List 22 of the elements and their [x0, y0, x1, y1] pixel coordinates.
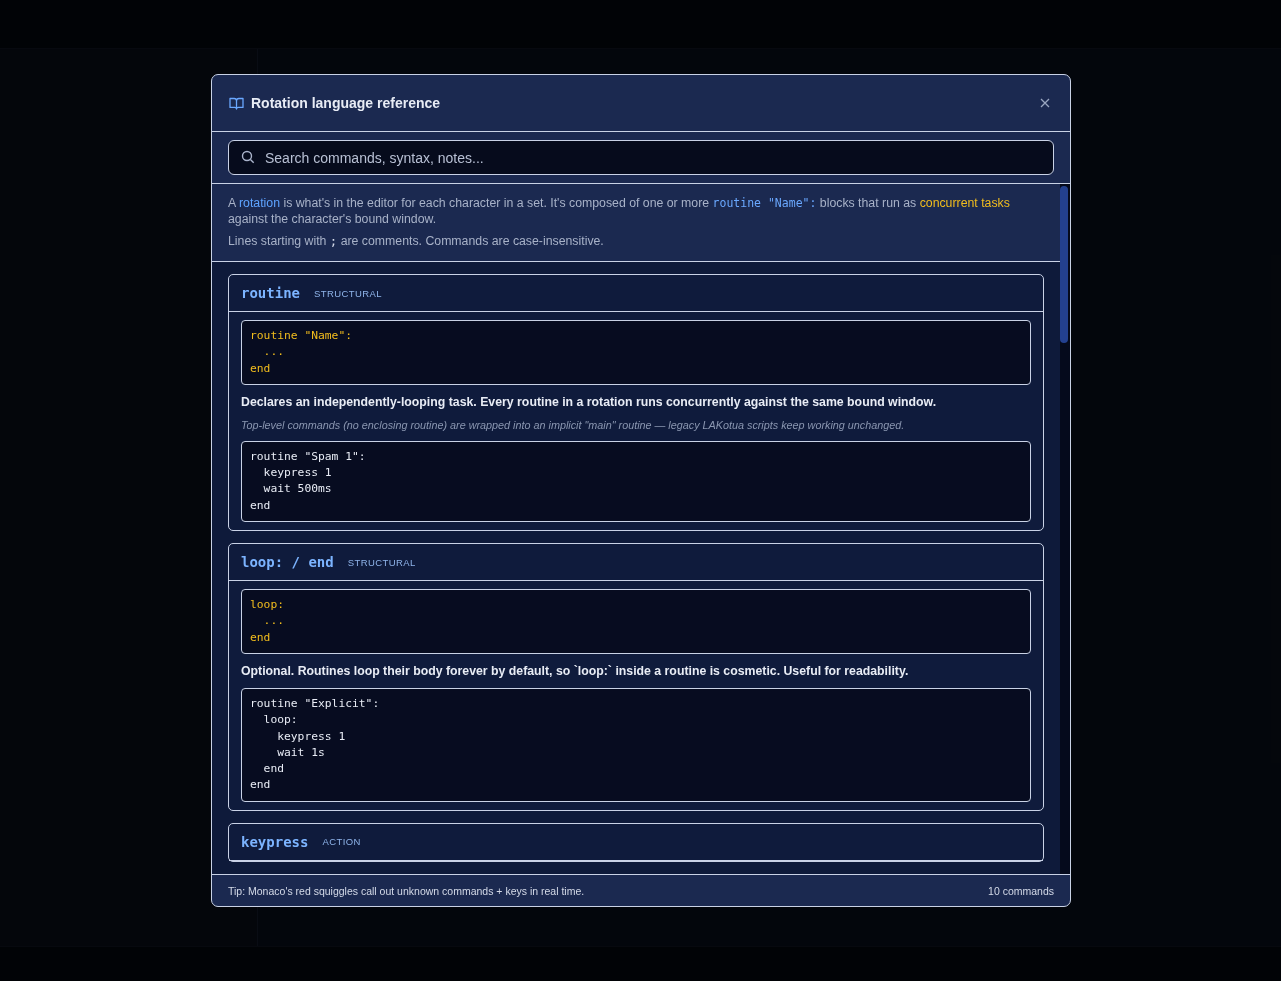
category-tag: STRUCTURAL	[347, 556, 416, 568]
intro-paragraph: Lines starting with ; are comments. Commands are case-insensitive.	[228, 233, 605, 249]
example-code-block: routine "Explicit": loop: keypress 1 wait 1s end end	[241, 687, 1031, 802]
command-name: loop: / end	[241, 554, 334, 571]
tip-text: Tip: Monaco's red squiggles call out unknown commands + keys in real time.	[228, 884, 585, 897]
category-tag: STRUCTURAL	[314, 287, 382, 299]
scrollbar-thumb[interactable]	[1060, 186, 1068, 343]
command-name: routine	[241, 285, 300, 301]
command-name: keypress	[241, 833, 309, 850]
command-description: Optional. Routines loop their body forever by default, so `loop:` inside a routine is cosmetic. Useful for readability.	[241, 662, 910, 679]
syntax-code-block: routine "Name": ... end	[241, 320, 1031, 385]
close-icon	[1040, 98, 1050, 108]
command-count: 10 commands	[988, 884, 1054, 897]
command-note: Top-level commands (no enclosing routine) are wrapped into an implicit "main" routine — legacy LAKotua scripts keep working unchanged.	[241, 417, 906, 432]
book-icon	[229, 96, 244, 110]
example-code-block: routine "Spam 1": keypress 1 wait 500ms end	[241, 440, 1031, 523]
category-tag: ACTION	[322, 836, 361, 848]
syntax-code-block: loop: ... end	[241, 589, 1031, 654]
dialog-title: Rotation language reference	[251, 95, 442, 111]
intro-paragraph: A rotation is what's in the editor for each character in a set. It's composed of one or more routine "Name": blocks that run as concurrent tasks against the character's bound window.	[228, 195, 1011, 227]
command-description: Declares an independently-looping task. Every routine in a rotation runs concurrently against the same bound window.	[241, 393, 938, 410]
search-field[interactable]: Search commands, syntax, notes...	[228, 140, 1054, 175]
